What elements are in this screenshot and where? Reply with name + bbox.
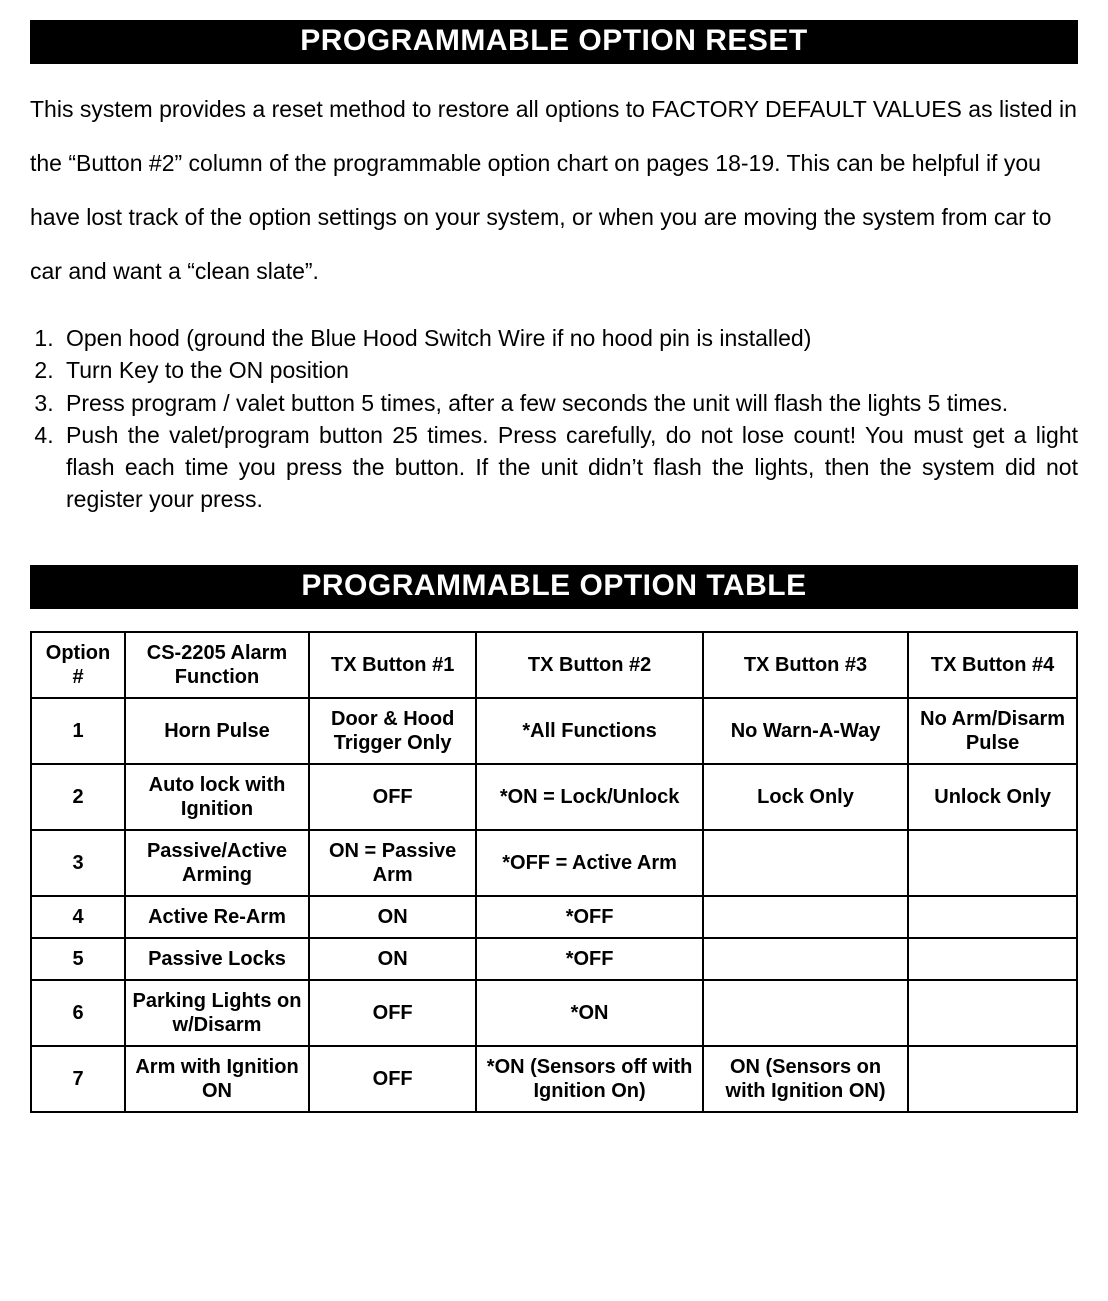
cell-tx4: [908, 938, 1077, 980]
cell-option-num: 6: [31, 980, 125, 1046]
col-header-tx1: TX Button #1: [309, 632, 476, 698]
section-banner-table: PROGRAMMABLE OPTION TABLE: [30, 565, 1078, 609]
cell-tx1: ON = Passive Arm: [309, 830, 476, 896]
cell-option-num: 2: [31, 764, 125, 830]
section-banner-reset: PROGRAMMABLE OPTION RESET: [30, 20, 1078, 64]
cell-tx2: *OFF: [476, 896, 703, 938]
cell-option-num: 4: [31, 896, 125, 938]
cell-tx1: Door & Hood Trigger Only: [309, 698, 476, 764]
table-row: 3 Passive/Active Arming ON = Passive Arm…: [31, 830, 1077, 896]
cell-tx2: *OFF: [476, 938, 703, 980]
cell-function: Passive/Active Arming: [125, 830, 309, 896]
cell-option-num: 1: [31, 698, 125, 764]
cell-tx2: *All Functions: [476, 698, 703, 764]
cell-tx3: [703, 980, 908, 1046]
cell-tx3: Lock Only: [703, 764, 908, 830]
table-row: 5 Passive Locks ON *OFF: [31, 938, 1077, 980]
cell-tx3: [703, 896, 908, 938]
col-header-tx3: TX Button #3: [703, 632, 908, 698]
cell-tx1: OFF: [309, 764, 476, 830]
reset-steps-list: Open hood (ground the Blue Hood Switch W…: [30, 322, 1078, 515]
cell-tx2: *ON (Sensors off with Ignition On): [476, 1046, 703, 1112]
step-item: Push the valet/program button 25 times. …: [60, 419, 1078, 516]
cell-tx3: ON (Sensors on with Ignition ON): [703, 1046, 908, 1112]
cell-tx4: [908, 830, 1077, 896]
table-row: 2 Auto lock with Ignition OFF *ON = Lock…: [31, 764, 1077, 830]
option-table: Option # CS-2205 Alarm Function TX Butto…: [30, 631, 1078, 1113]
cell-tx2: *ON = Lock/Unlock: [476, 764, 703, 830]
cell-option-num: 5: [31, 938, 125, 980]
step-item: Press program / valet button 5 times, af…: [60, 387, 1078, 419]
cell-tx1: ON: [309, 896, 476, 938]
step-item: Open hood (ground the Blue Hood Switch W…: [60, 322, 1078, 354]
cell-option-num: 7: [31, 1046, 125, 1112]
table-row: 1 Horn Pulse Door & Hood Trigger Only *A…: [31, 698, 1077, 764]
intro-paragraph: This system provides a reset method to r…: [30, 82, 1078, 298]
table-row: 4 Active Re-Arm ON *OFF: [31, 896, 1077, 938]
cell-option-num: 3: [31, 830, 125, 896]
cell-tx4: [908, 896, 1077, 938]
cell-function: Passive Locks: [125, 938, 309, 980]
col-header-tx2: TX Button #2: [476, 632, 703, 698]
table-row: 7 Arm with Ignition ON OFF *ON (Sensors …: [31, 1046, 1077, 1112]
cell-function: Active Re-Arm: [125, 896, 309, 938]
cell-tx3: No Warn-A-Way: [703, 698, 908, 764]
cell-tx3: [703, 938, 908, 980]
cell-function: Horn Pulse: [125, 698, 309, 764]
cell-tx4: [908, 980, 1077, 1046]
cell-tx1: ON: [309, 938, 476, 980]
col-header-function: CS-2205 Alarm Function: [125, 632, 309, 698]
cell-tx4: Unlock Only: [908, 764, 1077, 830]
step-item: Turn Key to the ON position: [60, 354, 1078, 386]
col-header-option-num: Option #: [31, 632, 125, 698]
table-header-row: Option # CS-2205 Alarm Function TX Butto…: [31, 632, 1077, 698]
cell-tx4: [908, 1046, 1077, 1112]
cell-tx1: OFF: [309, 1046, 476, 1112]
cell-function: Parking Lights on w/Disarm: [125, 980, 309, 1046]
cell-tx2: *ON: [476, 980, 703, 1046]
cell-tx3: [703, 830, 908, 896]
cell-tx2: *OFF = Active Arm: [476, 830, 703, 896]
cell-tx1: OFF: [309, 980, 476, 1046]
cell-function: Arm with Ignition ON: [125, 1046, 309, 1112]
table-row: 6 Parking Lights on w/Disarm OFF *ON: [31, 980, 1077, 1046]
col-header-tx4: TX Button #4: [908, 632, 1077, 698]
cell-tx4: No Arm/Disarm Pulse: [908, 698, 1077, 764]
cell-function: Auto lock with Ignition: [125, 764, 309, 830]
